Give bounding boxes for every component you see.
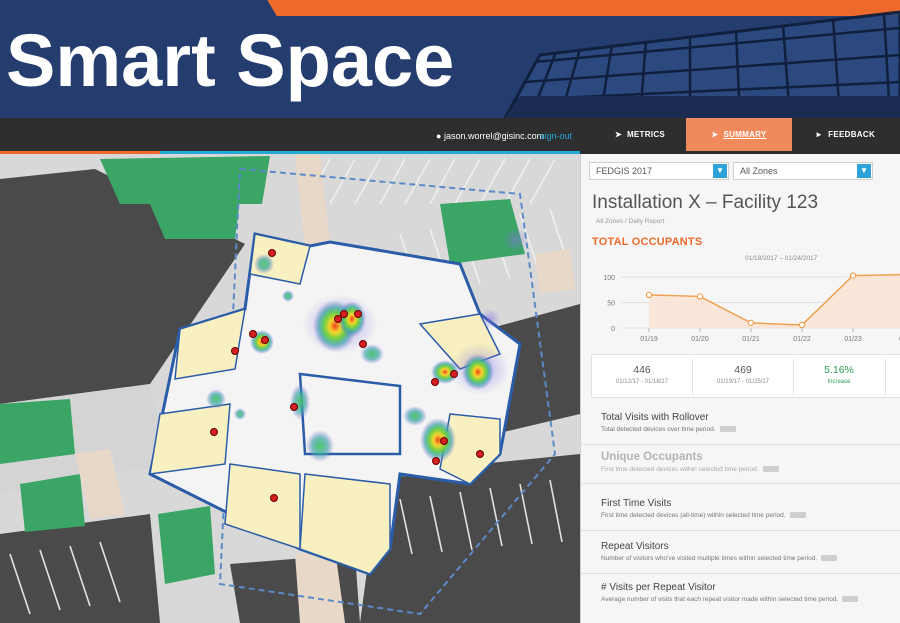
zone-select[interactable]: All Zones ▼	[733, 162, 873, 180]
data-point	[696, 293, 704, 300]
facility-title: Installation X – Facility 123	[592, 192, 819, 213]
data-point	[645, 291, 653, 299]
breadcrumb: All Zones / Daily Report	[596, 218, 665, 225]
metric-title: # Visits per Repeat Visitor	[601, 582, 716, 593]
summary-panel: FEDGIS 2017 ▼ All Zones ▼ Installation X…	[580, 154, 900, 623]
user-account[interactable]: ● jason.worrel@gisinc.com	[436, 131, 544, 141]
y-tick-label: 50	[607, 301, 615, 308]
tab-feedback[interactable]: ► FEEDBACK	[800, 118, 890, 151]
metric-total-visits[interactable]: Total Visits with Rollover Total detecte…	[581, 408, 900, 445]
app-title: Smart Space	[6, 19, 455, 102]
x-tick-label: 01/19	[640, 336, 658, 343]
x-tick-label: 01/23	[844, 336, 862, 343]
stat-current-range: 01/19/17 - 01/25/17	[716, 379, 770, 385]
facility-group-value: FEDGIS 2017	[596, 166, 653, 176]
zone-value: All Zones	[740, 166, 778, 176]
signout-link[interactable]: sign-out	[540, 131, 572, 141]
stat-change-label: Increase	[827, 379, 851, 385]
info-tag	[821, 555, 838, 562]
metric-description: Total detected devices over time period.	[601, 426, 716, 433]
metric-description: Average number of visits that each repea…	[601, 596, 839, 603]
info-tag	[762, 466, 779, 473]
user-email: jason.worrel@gisinc.com	[443, 131, 545, 141]
series-area	[649, 274, 900, 328]
send-icon: ➤	[711, 130, 719, 139]
stats-strip: 446 01/12/17 - 01/18/17 469 01/19/17 - 0…	[591, 354, 900, 398]
facility-group-select[interactable]: FEDGIS 2017 ▼	[589, 162, 729, 180]
tab-summary[interactable]: ➤ SUMMARY	[686, 118, 792, 151]
info-tag	[842, 596, 859, 603]
data-point	[747, 319, 755, 327]
x-tick-label: 01/20	[691, 336, 709, 343]
compass-icon: ➤	[614, 130, 622, 139]
metric-description: Number of visitors who've visited multip…	[601, 555, 818, 562]
stat-current-value: 469	[734, 364, 752, 376]
stat-change: 5.16% Increase	[794, 355, 884, 399]
floorplan-canvas[interactable]	[0, 154, 580, 623]
info-tag	[719, 426, 736, 433]
chevron-down-icon[interactable]: ▼	[713, 164, 727, 178]
metric-description: First time detected devices (all-time) w…	[601, 512, 786, 519]
metric-title: Repeat Visitors	[601, 541, 669, 552]
tab-metrics[interactable]: ➤ METRICS	[595, 118, 685, 151]
date-range: 01/18/2017 – 01/24/2017	[745, 255, 818, 262]
top-nav: ● jason.worrel@gisinc.com sign-out ➤ MET…	[0, 118, 900, 154]
user-icon: ●	[436, 131, 442, 141]
data-point	[798, 321, 806, 329]
metric-repeat-visitors[interactable]: Repeat Visitors Number of visitors who'v…	[581, 537, 900, 574]
data-point	[849, 272, 857, 279]
stat-current: 469 01/19/17 - 01/25/17	[693, 355, 793, 399]
heatmap-floorplan[interactable]	[0, 154, 580, 623]
tab-feedback-label: FEEDBACK	[828, 130, 876, 139]
stat-change-value: 5.16%	[824, 364, 854, 376]
occupants-line-chart[interactable]: 05010001/1901/2001/2101/2201/2301/	[581, 262, 900, 348]
metric-title: Unique Occupants	[601, 451, 703, 463]
app-banner: Smart Space	[0, 0, 900, 118]
metric-title: First Time Visits	[601, 498, 672, 509]
metric-first-time-visits[interactable]: First Time Visits First time detected de…	[581, 494, 900, 531]
tab-metrics-label: METRICS	[626, 130, 666, 139]
info-tag	[789, 512, 806, 519]
metric-unique-occupants[interactable]: Unique Occupants First time detected dev…	[581, 447, 900, 484]
stat-previous-value: 446	[633, 364, 651, 376]
chevron-down-icon[interactable]: ▼	[857, 164, 871, 178]
stat-previous: 446 01/12/17 - 01/18/17	[592, 355, 692, 399]
metric-visits-per-repeat-visitor[interactable]: # Visits per Repeat Visitor Average numb…	[581, 578, 900, 615]
x-tick-label: 01/22	[793, 336, 811, 343]
metric-title: Total Visits with Rollover	[601, 412, 709, 423]
y-tick-label: 100	[603, 275, 615, 282]
tab-summary-label: SUMMARY	[723, 130, 767, 139]
megaphone-icon: ►	[814, 130, 824, 139]
y-tick-label: 0	[611, 326, 615, 333]
total-occupants-heading: TOTAL OCCUPANTS	[592, 236, 703, 248]
x-tick-label: 01/21	[742, 336, 760, 343]
stat-divider	[885, 359, 886, 395]
stat-previous-range: 01/12/17 - 01/18/17	[615, 379, 669, 385]
metric-description: First time detected devices within selec…	[601, 466, 759, 473]
